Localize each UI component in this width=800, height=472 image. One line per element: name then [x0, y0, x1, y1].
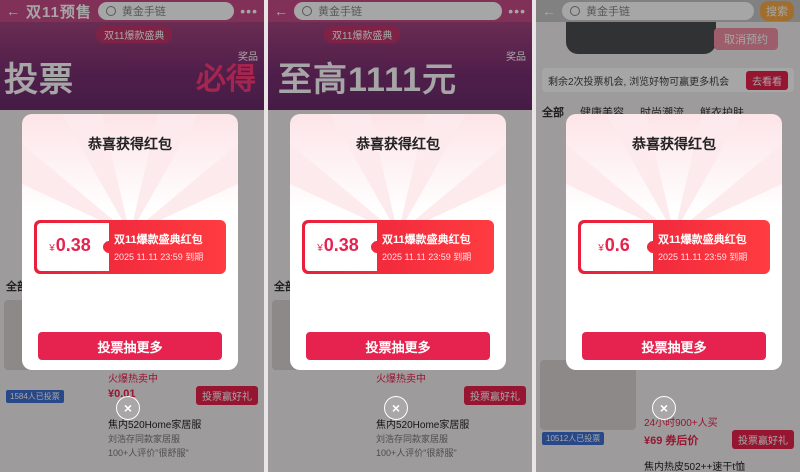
coupon-amount: ¥ 0.38 — [37, 223, 109, 271]
screen-1: ← 双11预售 黄金手链 ••• 双11爆款盛典 投票 必得 奖品 全部 火爆热… — [0, 0, 264, 472]
close-icon[interactable]: × — [384, 396, 408, 420]
vote-more-button[interactable]: 投票抽更多 — [306, 332, 490, 360]
coupon-expiry: 2025 11.11 23:59 到期 — [658, 252, 748, 262]
coupon-card: ¥ 0.6 双11爆款盛典红包 2025 11.11 23:59 到期 — [578, 220, 770, 274]
modal-title: 恭喜获得红包 — [632, 136, 716, 152]
redpacket-modal: 恭喜获得红包 ¥ 0.38 双11爆款盛典红包 2025 11.11 23:59… — [290, 114, 506, 370]
redpacket-modal: 恭喜获得红包 ¥ 0.38 双11爆款盛典红包 2025 11.11 23:59… — [22, 114, 238, 370]
coupon-amount: ¥ 0.38 — [305, 223, 377, 271]
coupon-amount: ¥ 0.6 — [581, 223, 653, 271]
coupon-card: ¥ 0.38 双11爆款盛典红包 2025 11.11 23:59 到期 — [34, 220, 226, 274]
coupon-name: 双11爆款盛典红包 — [114, 234, 203, 246]
coupon-expiry: 2025 11.11 23:59 到期 — [382, 252, 472, 262]
coupon-name: 双11爆款盛典红包 — [382, 234, 471, 246]
redpacket-modal: 恭喜获得红包 ¥ 0.6 双11爆款盛典红包 2025 11.11 23:59 … — [566, 114, 782, 370]
screen-3: ← 黄金手链 搜索 取消预约 剩余2次投票机会, 浏览好物可赢更多机会 去看看 … — [536, 0, 800, 472]
modal-title: 恭喜获得红包 — [356, 136, 440, 152]
modal-title: 恭喜获得红包 — [88, 136, 172, 152]
vote-more-button[interactable]: 投票抽更多 — [38, 332, 222, 360]
close-icon[interactable]: × — [652, 396, 676, 420]
close-icon[interactable]: × — [116, 396, 140, 420]
vote-more-button[interactable]: 投票抽更多 — [582, 332, 766, 360]
coupon-expiry: 2025 11.11 23:59 到期 — [114, 252, 204, 262]
coupon-name: 双11爆款盛典红包 — [658, 234, 747, 246]
screen-2: ← 黄金手链 ••• 双11爆款盛典 至高1111元 奖品 全部 火爆热卖中 投… — [268, 0, 532, 472]
coupon-card: ¥ 0.38 双11爆款盛典红包 2025 11.11 23:59 到期 — [302, 220, 494, 274]
